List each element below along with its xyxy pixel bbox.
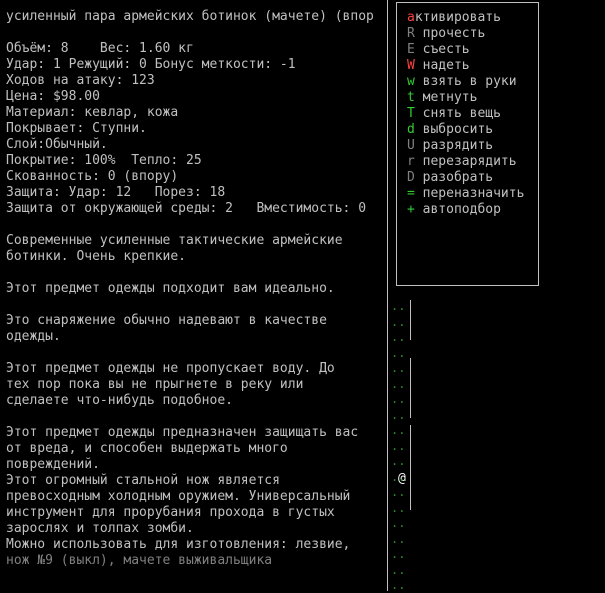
menu-item[interactable]: U разрядить xyxy=(407,138,493,154)
menu-hotkey: D xyxy=(407,170,415,185)
menu-label: съесть xyxy=(414,42,470,57)
menu-label: взять в руки xyxy=(414,74,517,89)
menu-hotkey: w xyxy=(407,74,415,89)
map-tile-row: .. xyxy=(391,376,406,391)
menu-hotkey: E xyxy=(407,42,415,57)
map-wall xyxy=(410,300,411,340)
menu-item[interactable]: r перезарядить xyxy=(407,154,517,170)
menu-label: разрядить xyxy=(414,138,494,153)
item-info-line: зарослях и толпах зомби. xyxy=(6,521,194,536)
map-tile-row: .. xyxy=(391,423,406,437)
menu-hotkey: U xyxy=(407,138,415,153)
item-info-line: сделаете что-нибудь подобное. xyxy=(6,393,233,408)
menu-hotkey: t xyxy=(407,90,415,105)
menu-hotkey: = xyxy=(407,186,415,201)
craft-results-line: нож №9 (выкл), мачете выживальщика xyxy=(6,553,273,568)
menu-label: надеть xyxy=(414,58,470,73)
item-info-line: Ходов на атаку: 123 xyxy=(6,73,155,88)
map-tile-row: .. xyxy=(391,547,406,561)
menu-hotkey: a xyxy=(407,10,415,25)
menu-item[interactable]: t метнуть xyxy=(407,90,477,106)
item-info-line: Объём: 8 Вес: 1.60 кг xyxy=(6,41,194,56)
menu-label: перезарядить xyxy=(414,154,517,169)
menu-item[interactable]: + автоподбор xyxy=(407,202,501,218)
map-tile-row: .. xyxy=(391,485,406,499)
item-info-line: Покрывает: Ступни. xyxy=(6,121,147,136)
menu-item[interactable]: w взять в руки xyxy=(407,74,517,90)
menu-label: переназначить xyxy=(414,186,525,201)
map-tile-row: .. xyxy=(391,562,406,577)
menu-label: прочесть xyxy=(414,26,486,41)
menu-label: выбросить xyxy=(414,122,494,137)
item-info-line: повреждений. xyxy=(6,457,100,472)
item-info-line: Защита: Удар: 12 Порез: 18 xyxy=(6,185,226,200)
menu-item[interactable]: D разобрать xyxy=(407,170,493,186)
menu-item[interactable]: = переназначить xyxy=(407,186,524,202)
menu-hotkey: R xyxy=(407,26,415,41)
map-tile-row: .. xyxy=(391,500,406,515)
item-info-line: Защита от окружающей среды: 2 Вместимост… xyxy=(6,201,367,216)
map-tile-row: .. xyxy=(391,438,406,453)
map-tile-row: .. xyxy=(391,454,406,468)
item-info-line: Этот огромный стальной нож является xyxy=(6,473,280,488)
item-info-line: Удар: 1 Режущий: 0 Бонус меткости: -1 xyxy=(6,57,296,72)
map-tile-row: .. xyxy=(391,469,406,484)
map-tile-row: .. xyxy=(391,299,406,313)
menu-item[interactable]: T снять вещь xyxy=(407,106,501,122)
item-info-line: от вреда, и способен выдержать много xyxy=(6,441,288,456)
action-menu: aктивировать R прочесть E съесть W надеть w … xyxy=(396,2,539,286)
item-info-line: Скованность: 0 (впору) xyxy=(6,169,179,184)
item-info-line: Современные усиленные тактические армейс… xyxy=(6,233,343,248)
menu-item[interactable]: aктивировать xyxy=(407,10,501,26)
map-tile-row: .. xyxy=(391,407,406,422)
menu-label: разобрать xyxy=(414,170,494,185)
item-info-line: Этот предмет одежды предназначен защищат… xyxy=(6,425,359,440)
map-wall xyxy=(410,425,411,510)
menu-hotkey: W xyxy=(407,58,415,73)
menu-label: снять вещь xyxy=(414,106,501,121)
item-info-line: тех пор пока вы не прыгнете в реку или xyxy=(6,377,304,392)
map-tile-row: .. xyxy=(391,361,406,375)
map-tile-row: .. xyxy=(391,314,406,329)
item-info-line: Покрытие: 100% Тепло: 25 xyxy=(6,153,202,168)
map-tile-row: .. xyxy=(391,345,406,360)
menu-item[interactable]: R прочесть xyxy=(407,26,485,42)
item-info-line: превосходным холодным оружием. Универсал… xyxy=(6,489,351,504)
item-info-line: инструмент для прорубания прохода в густ… xyxy=(6,505,335,520)
menu-hotkey: d xyxy=(407,122,415,137)
item-info-line: ботинки. Очень крепкие. xyxy=(6,249,187,264)
map-tile-row: .. xyxy=(391,531,406,546)
item-info-line: Этот предмет одежды не пропускает воду. … xyxy=(6,361,335,376)
menu-label: ктивировать xyxy=(414,10,501,25)
map-tile-row: .. xyxy=(391,516,406,530)
item-info-line: Слой:Обычный. xyxy=(6,137,108,152)
menu-label: метнуть xyxy=(414,90,478,105)
menu-item[interactable]: d выбросить xyxy=(407,122,493,138)
menu-item[interactable]: W надеть xyxy=(407,58,470,74)
item-info-line: Цена: $98.00 xyxy=(6,89,100,104)
map-wall xyxy=(410,358,411,418)
item-info-line: Этот предмет одежды подходит вам идеальн… xyxy=(6,281,335,296)
menu-hotkey: T xyxy=(407,106,415,121)
item-info-line: Материал: кевлар, кожа xyxy=(6,105,179,120)
menu-item[interactable]: E съесть xyxy=(407,42,470,58)
item-info-panel: усиленный пара армейских ботинок (мачете… xyxy=(0,0,388,591)
item-title: усиленный пара армейских ботинок (мачете… xyxy=(6,9,374,24)
item-info-line: Можно использовать для изготовления: лез… xyxy=(6,537,351,552)
menu-label: автоподбор xyxy=(414,202,501,217)
map-tile-row: .. xyxy=(391,330,406,344)
item-info-line: одежды. xyxy=(6,329,61,344)
map-tile-row: .. xyxy=(391,392,406,406)
menu-hotkey: + xyxy=(407,202,415,217)
menu-hotkey: r xyxy=(407,154,415,169)
item-info-line: Это снаряжение обычно надевают в качеств… xyxy=(6,313,327,328)
